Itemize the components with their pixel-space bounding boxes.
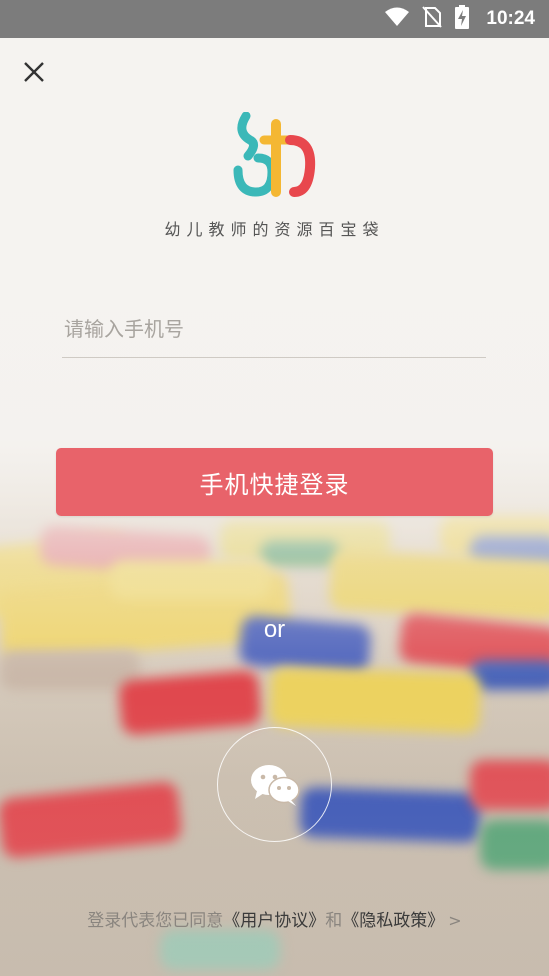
phone-login-label: 手机快捷登录 [199,470,350,499]
agreement-prefix: 登录代表您已同意 [87,911,224,931]
phone-input[interactable] [62,300,486,357]
status-time: 10:24 [486,8,535,29]
app-logo [228,111,320,198]
app-tagline: 幼儿教师的资源百宝袋 [164,220,385,239]
chevron-right-icon: > [448,911,462,930]
battery-charging-icon [454,5,470,33]
wechat-icon [250,764,300,806]
status-bar: 10:24 [0,0,549,38]
close-icon [24,62,44,82]
no-sim-icon [422,6,443,32]
phone-field [62,300,486,358]
wifi-icon [384,6,410,32]
close-button[interactable] [18,56,50,88]
phone-login-button[interactable]: 手机快捷登录 [56,448,493,516]
agreement-and: 和 [325,911,343,931]
wechat-login-button[interactable] [217,727,332,842]
user-agreement-link[interactable]: 《用户协议》 [223,911,325,931]
privacy-policy-link[interactable]: 《隐私政策》 [342,911,444,931]
agreement-text: 登录代表您已同意《用户协议》和《隐私政策》 > [0,906,549,931]
or-divider-text: or [263,616,286,643]
